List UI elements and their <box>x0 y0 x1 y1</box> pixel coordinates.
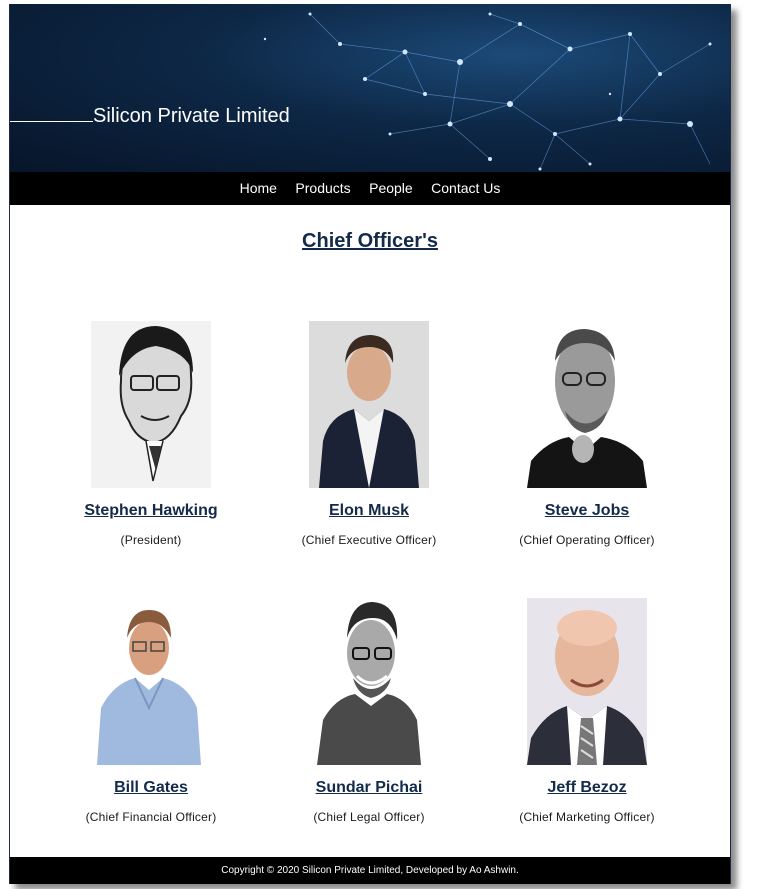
elon-musk-photo <box>309 321 429 488</box>
officer-name-link[interactable]: Bill Gates <box>51 779 251 797</box>
brand-name: Silicon Private Limited <box>93 105 290 127</box>
network-background-graphic <box>263 12 712 171</box>
page-title: Chief Officer's <box>302 230 438 252</box>
officer-role: (President) <box>120 533 182 547</box>
officer-card: Jeff Bezoz (Chief Marketing Officer) <box>487 598 687 824</box>
header-banner: Silicon Private Limited <box>10 4 730 172</box>
nav-link-products[interactable]: Products <box>295 172 350 205</box>
nav-link-contact-us[interactable]: Contact Us <box>431 172 500 205</box>
officer-card: Bill Gates (Chief Financial Officer) <box>51 598 251 824</box>
page-container: Silicon Private Limited Home Products Pe… <box>9 4 731 884</box>
officer-card: Elon Musk (Chief Executive Officer) <box>269 321 469 547</box>
brand-underline-decoration <box>10 121 93 122</box>
officer-role: (Chief Financial Officer) <box>85 810 217 824</box>
officer-card: Steve Jobs (Chief Operating Officer) <box>487 321 687 547</box>
officer-name-link[interactable]: Jeff Bezoz <box>487 779 687 797</box>
officer-name-link[interactable]: Steve Jobs <box>487 502 687 520</box>
footer-copyright: Copyright © 2020 Silicon Private Limited… <box>10 857 730 884</box>
officer-name-link[interactable]: Sundar Pichai <box>269 779 469 797</box>
officer-name-link[interactable]: Elon Musk <box>269 502 469 520</box>
officer-role: (Chief Legal Officer) <box>313 810 425 824</box>
steve-jobs-photo <box>527 321 647 488</box>
officer-role: (Chief Executive Officer) <box>301 533 437 547</box>
main-navigation: Home Products People Contact Us <box>10 172 730 205</box>
officer-name-link[interactable]: Stephen Hawking <box>51 502 251 520</box>
bill-gates-photo <box>91 598 211 765</box>
stephen-hawking-photo <box>91 321 211 488</box>
sundar-pichai-photo <box>309 598 429 765</box>
officer-role: (Chief Operating Officer) <box>519 533 655 547</box>
nav-link-home[interactable]: Home <box>240 172 277 205</box>
brand-title: Silicon Private Limited <box>10 105 290 128</box>
officer-card: Sundar Pichai (Chief Legal Officer) <box>269 598 469 824</box>
jeff-bezos-photo <box>527 598 647 765</box>
officer-card: Stephen Hawking (President) <box>51 321 251 547</box>
officer-role: (Chief Marketing Officer) <box>519 810 655 824</box>
nav-link-people[interactable]: People <box>369 172 413 205</box>
